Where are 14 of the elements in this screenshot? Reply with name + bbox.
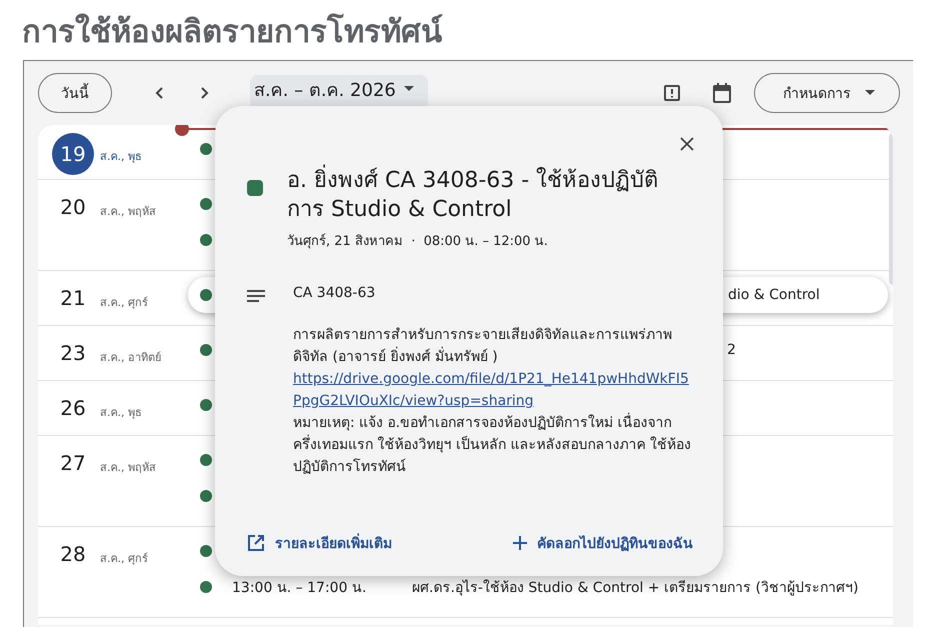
day-label: ส.ค., ศุกร์ <box>100 551 148 567</box>
course-code: CA 3408-63 <box>293 285 376 302</box>
event-time: 13:00 น. – 17:00 น. <box>232 579 368 598</box>
day-label: ส.ค., พุธ <box>100 149 142 165</box>
day-label: ส.ค., พุธ <box>100 405 142 421</box>
description-text: หมายเหตุ: แจ้ง อ.ขอทำเอกสารจองห้องปฏิบัติการใหม่ เนื่องจาก ครึ่งเทอมแรก ใช้ห้องวิทยุฯ เป็นหลัก และหลังสอบกลางภาค ใช้ห้องปฏิบัติการโทรทัศน์ <box>293 412 693 478</box>
day-label: ส.ค., ศุกร์ <box>100 295 148 311</box>
day-label: ส.ค., พฤหัส <box>100 460 156 476</box>
description-text: การผลิตรายการสำหรับการกระจายเสียงดิจิทัลและการแพร่ภาพดิจิทัล (อาจารย์ ยิ่งพงศ์ มั่นทรัพย์ ) <box>293 326 673 367</box>
day-label: ส.ค., อาทิตย์ <box>100 350 161 366</box>
event-title: อ. ยิ่งพงศ์ CA 3408-63 - ใช้ห้องปฏิบัติการ Studio & Control <box>287 166 693 224</box>
day-label: ส.ค., พฤหัส <box>100 204 156 220</box>
page-title: การใช้ห้องผลิตรายการโทรทัศน์ <box>22 12 444 52</box>
event-date-time: วันศุกร์, 21 สิงหาคม · 08:00 น. – 12:00 น. <box>287 232 549 251</box>
